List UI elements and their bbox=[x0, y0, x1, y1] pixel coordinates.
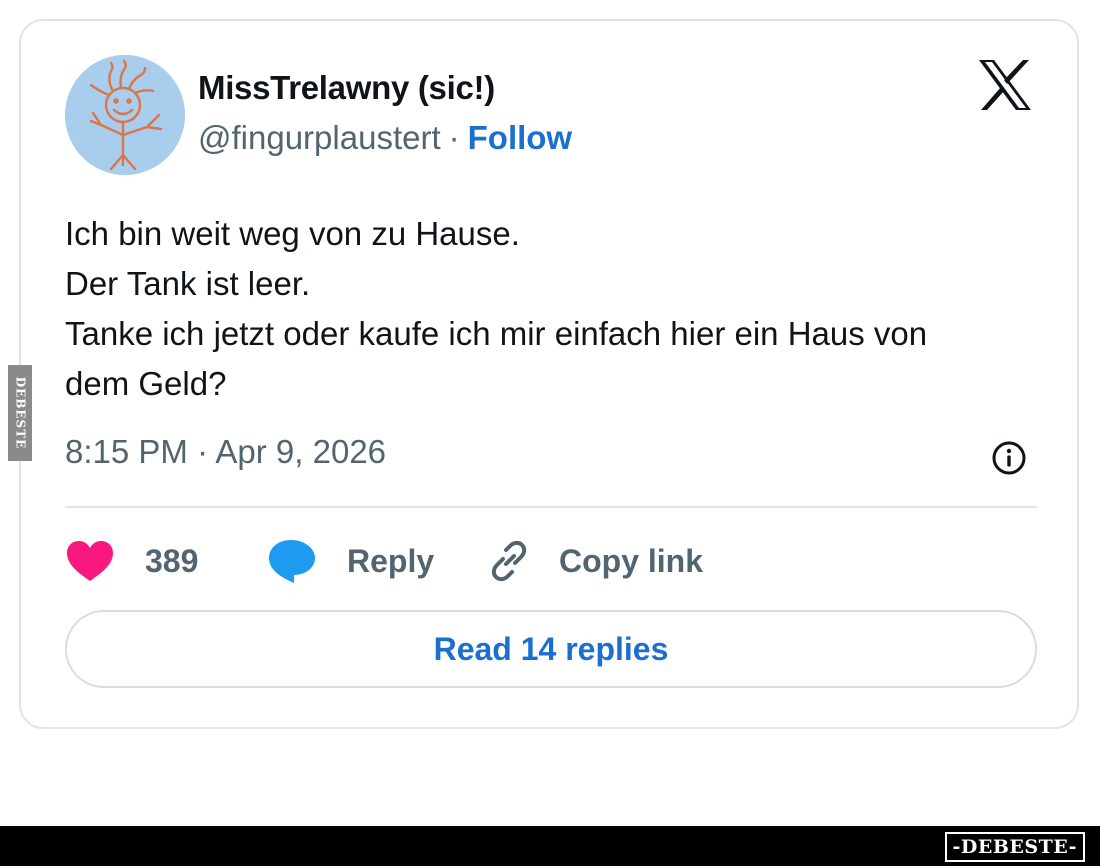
display-name[interactable]: MissTrelawny (sic!) bbox=[198, 69, 495, 107]
follow-button[interactable]: Follow bbox=[468, 119, 572, 156]
handle-row: @fingurplaustert · Follow bbox=[198, 119, 572, 157]
tweet-text-line: Der Tank ist leer. bbox=[65, 265, 311, 302]
copy-link-button[interactable]: Copy link bbox=[485, 531, 703, 591]
x-logo-icon[interactable] bbox=[977, 59, 1033, 111]
tweet-text: Ich bin weit weg von zu Hause. Der Tank … bbox=[65, 209, 1055, 409]
link-icon bbox=[491, 540, 527, 582]
tweet-text-line: Ich bin weit weg von zu Hause. bbox=[65, 215, 520, 252]
avatar[interactable] bbox=[65, 55, 185, 175]
avatar-drawing-icon bbox=[65, 55, 185, 175]
like-button[interactable]: 389 bbox=[65, 531, 198, 591]
info-icon[interactable] bbox=[991, 440, 1027, 476]
read-replies-button[interactable]: Read 14 replies bbox=[65, 610, 1037, 688]
reply-button[interactable]: Reply bbox=[267, 531, 434, 591]
action-bar: 389 Reply Copy link bbox=[65, 531, 1045, 591]
heart-icon bbox=[67, 541, 113, 581]
user-handle[interactable]: @fingurplaustert bbox=[198, 119, 441, 156]
tweet-text-line: dem Geld? bbox=[65, 365, 227, 402]
tweet-card: MissTrelawny (sic!) @fingurplaustert · Fol… bbox=[19, 19, 1079, 729]
like-count: 389 bbox=[145, 542, 199, 579]
reply-label: Reply bbox=[347, 542, 435, 579]
footer-logo: -DEBESTE- bbox=[944, 832, 1085, 862]
copy-link-label: Copy link bbox=[559, 542, 704, 579]
side-watermark: DEBESTE bbox=[8, 365, 32, 461]
speech-bubble-icon bbox=[269, 540, 315, 583]
separator-dot: · bbox=[448, 119, 460, 156]
tweet-text-line: Tanke ich jetzt oder kaufe ich mir einfa… bbox=[65, 315, 928, 352]
side-watermark-text: DEBESTE bbox=[13, 376, 27, 450]
footer-bar: -DEBESTE- bbox=[0, 826, 1100, 866]
divider bbox=[65, 506, 1037, 508]
tweet-timestamp[interactable]: 8:15 PM · Apr 9, 2026 bbox=[65, 433, 386, 471]
